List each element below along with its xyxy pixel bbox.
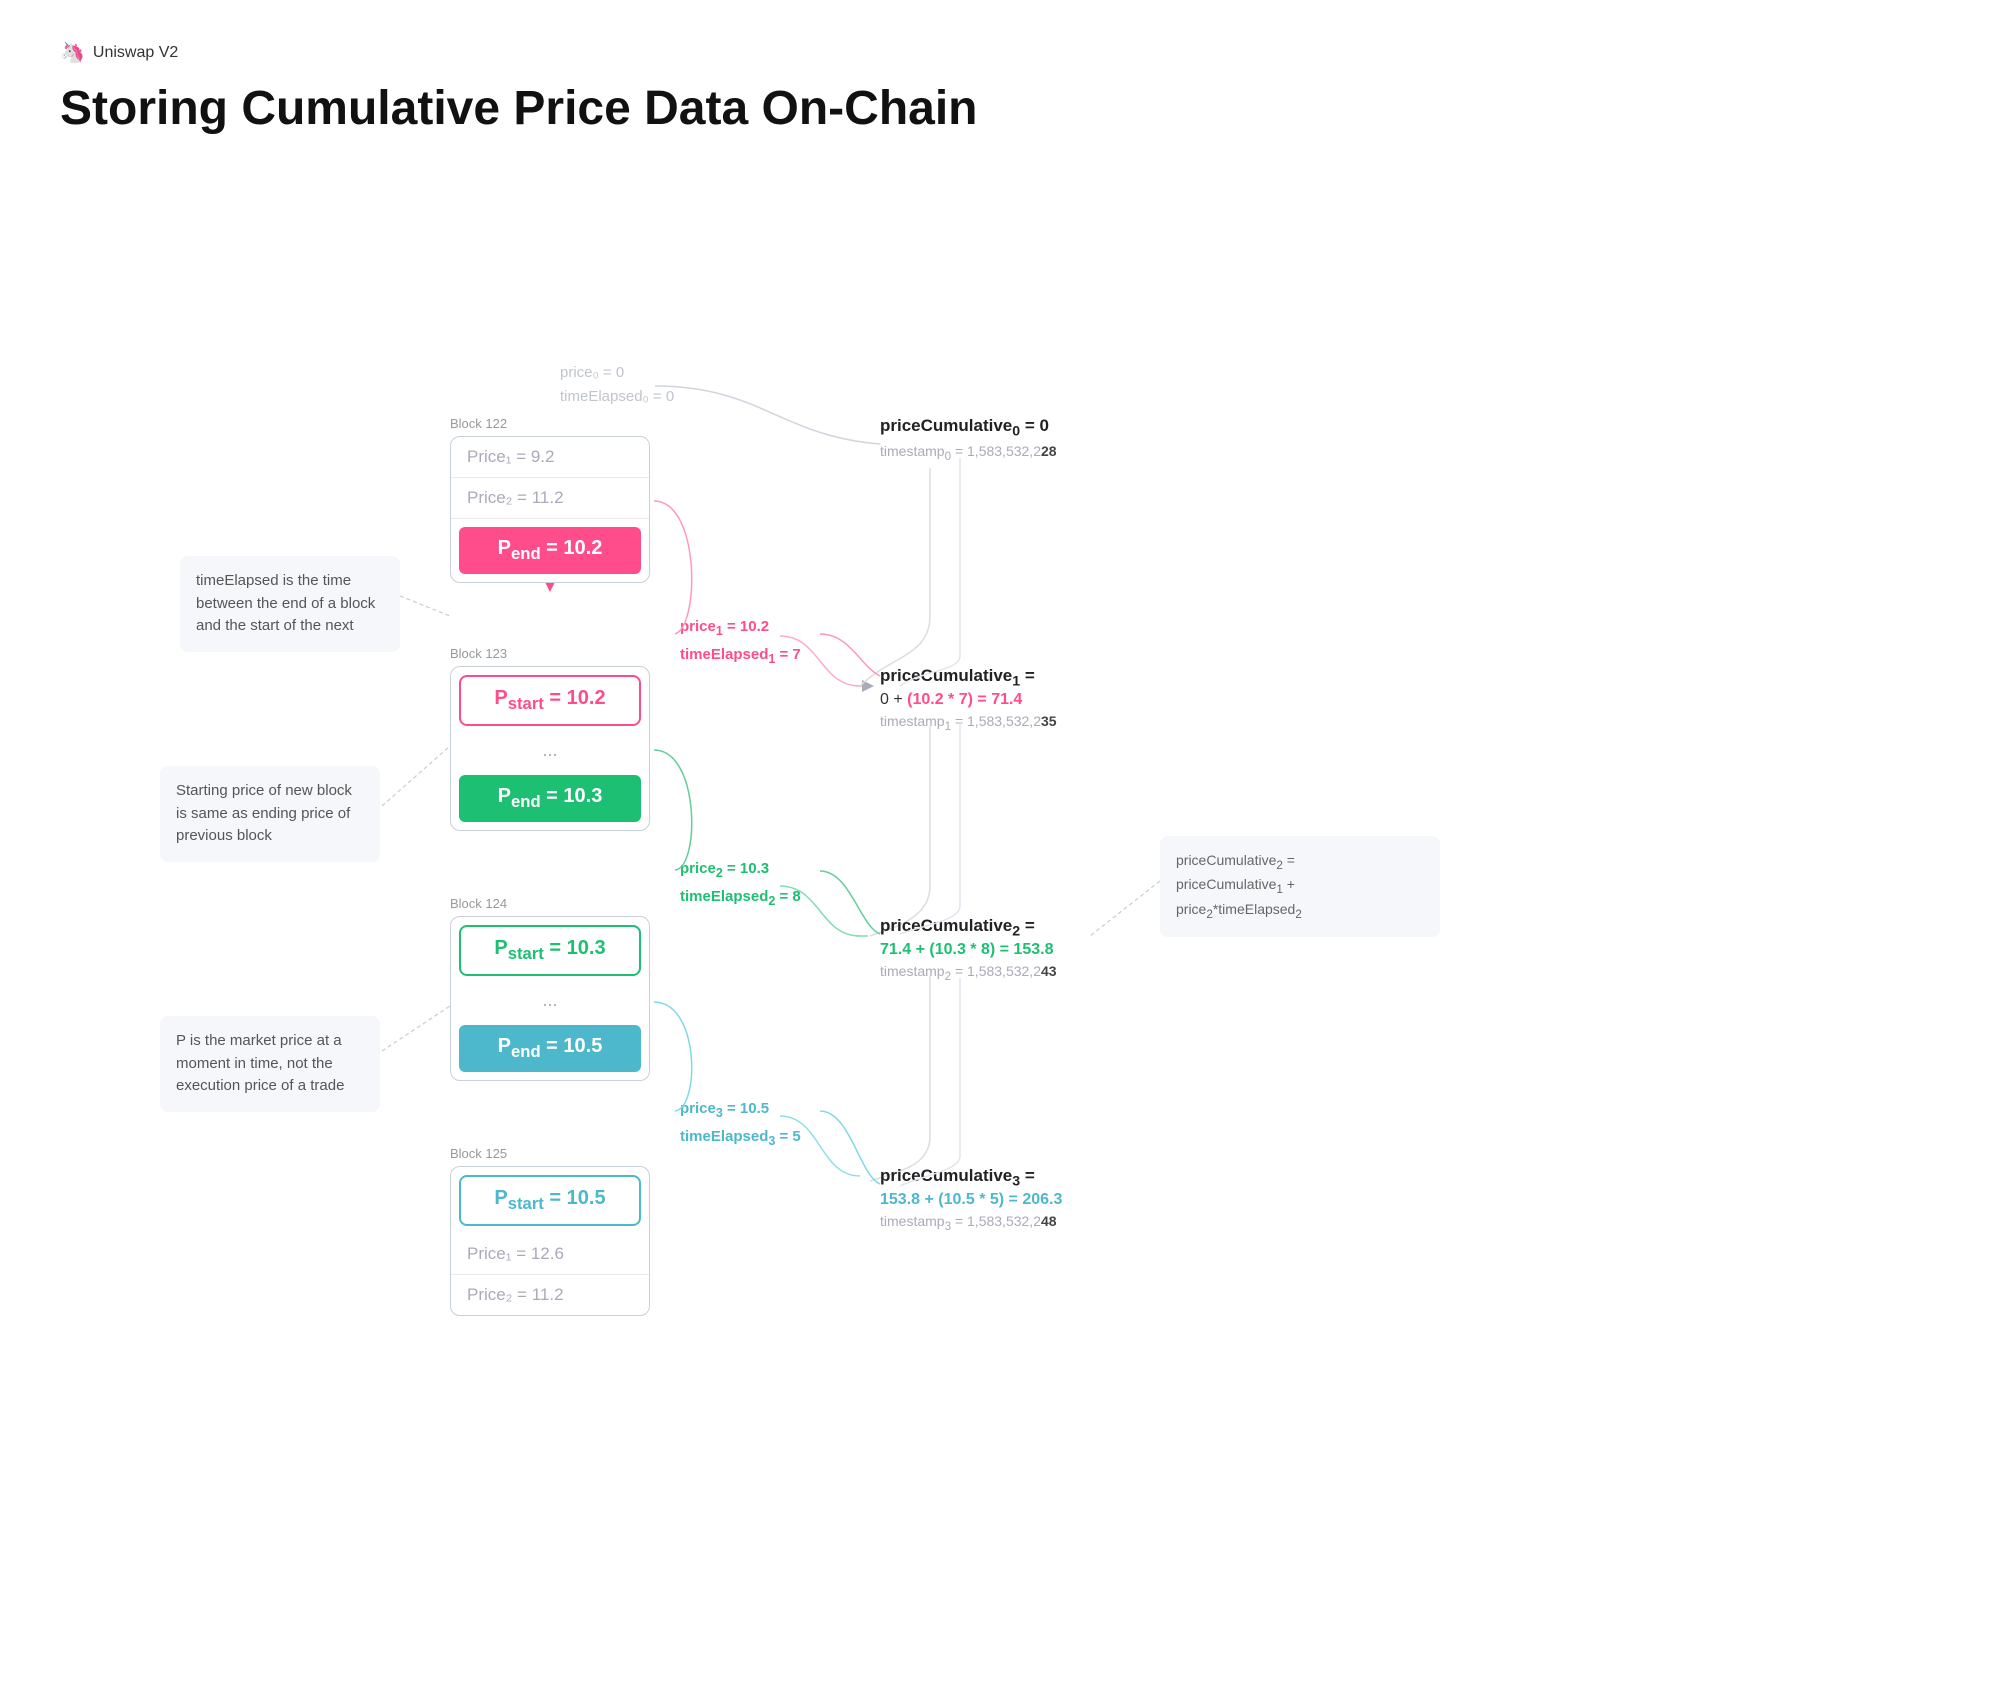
block-124: Pstart = 10.3 ... Pend = 10.5 <box>450 916 650 1081</box>
cumul1-timestamp: timestamp1 = 1,583,532,235 <box>880 713 1057 733</box>
annotation-timeelapsed: timeElapsed is the time between the end … <box>180 556 400 652</box>
ann2-line <box>60 196 1940 1596</box>
block125-row2: Price₁ = 12.6 <box>451 1234 649 1275</box>
annotation-startprice: Starting price of new block is same as e… <box>160 766 380 862</box>
block122-pend: Pend = 10.2 <box>459 527 641 574</box>
block124-pend: Pend = 10.5 <box>459 1025 641 1072</box>
page-title: Storing Cumulative Price Data On-Chain <box>60 81 1940 136</box>
block-label-123: Block 123 <box>450 646 507 661</box>
cumul2-timestamp: timestamp2 = 1,583,532,243 <box>880 963 1057 983</box>
ghost-label-time0: timeElapsed₀ = 0 <box>560 388 674 405</box>
ghost-label-price0: price₀ = 0 <box>560 364 624 381</box>
block-123: Pstart = 10.2 ... Pend = 10.3 <box>450 666 650 831</box>
cumul3-timestamp: timestamp3 = 1,583,532,248 <box>880 1213 1062 1233</box>
cumul-block-1: priceCumulative1 = 0 + (10.2 * 7) = 71.4… <box>880 666 1057 733</box>
ann1-line <box>60 196 1940 1596</box>
block-label-122: Block 122 <box>450 416 507 431</box>
cumul3-title: priceCumulative3 = <box>880 1166 1062 1189</box>
block-label-125: Block 125 <box>450 1146 507 1161</box>
between-label-3: price3 = 10.5 timeElapsed3 = 5 <box>680 1096 801 1153</box>
cumul2-formula: 71.4 + (10.3 * 8) = 153.8 <box>880 941 1057 959</box>
block125-row3: Price₂ = 11.2 <box>451 1275 649 1315</box>
annotation-marketprice: P is the market price at a moment in tim… <box>160 1016 380 1112</box>
cumul2-side-line <box>60 196 1940 1596</box>
brand-name: Uniswap V2 <box>93 44 178 62</box>
block-label-124: Block 124 <box>450 896 507 911</box>
block125-pstart: Pstart = 10.5 <box>459 1175 641 1226</box>
cumul-block-0: priceCumulative0 = 0 timestamp0 = 1,583,… <box>880 416 1057 463</box>
block122-row2: Price₂ = 11.2 <box>451 478 649 519</box>
between-label-1: price1 = 10.2 timeElapsed1 = 7 <box>680 614 801 671</box>
block123-dots: ... <box>451 734 649 767</box>
cumul1-title: priceCumulative1 = <box>880 666 1057 689</box>
flow-lines <box>60 196 1940 1596</box>
header-brand: 🦄 Uniswap V2 <box>60 40 1940 65</box>
block123-pend: Pend = 10.3 <box>459 775 641 822</box>
block123-pstart: Pstart = 10.2 <box>459 675 641 726</box>
cumul1-formula: 0 + (10.2 * 7) = 71.4 <box>880 691 1057 709</box>
arrows-svg <box>60 196 1940 1596</box>
cumul-block-2: priceCumulative2 = 71.4 + (10.3 * 8) = 1… <box>880 916 1057 983</box>
cumul2-title: priceCumulative2 = <box>880 916 1057 939</box>
block124-dots: ... <box>451 984 649 1017</box>
brand-icon: 🦄 <box>60 40 85 65</box>
block-122: Price₁ = 9.2 Price₂ = 11.2 Pend = 10.2 <box>450 436 650 583</box>
diagram-container: price₀ = 0 timeElapsed₀ = 0 Block 122 Pr… <box>60 196 1940 1596</box>
cumul-block-3: priceCumulative3 = 153.8 + (10.5 * 5) = … <box>880 1166 1062 1233</box>
cumul0-title: priceCumulative0 = 0 <box>880 416 1057 439</box>
ann3-line <box>60 196 1940 1596</box>
block122-row1: Price₁ = 9.2 <box>451 437 649 478</box>
between-label-2: price2 = 10.3 timeElapsed2 = 8 <box>680 856 801 913</box>
block124-pstart: Pstart = 10.3 <box>459 925 641 976</box>
cumul3-formula: 153.8 + (10.5 * 5) = 206.3 <box>880 1191 1062 1209</box>
cumul0-timestamp: timestamp0 = 1,583,532,228 <box>880 443 1057 463</box>
block-125: Pstart = 10.5 Price₁ = 12.6 Price₂ = 11.… <box>450 1166 650 1316</box>
cumul2-side-box: priceCumulative2 = priceCumulative1 + pr… <box>1160 836 1440 937</box>
